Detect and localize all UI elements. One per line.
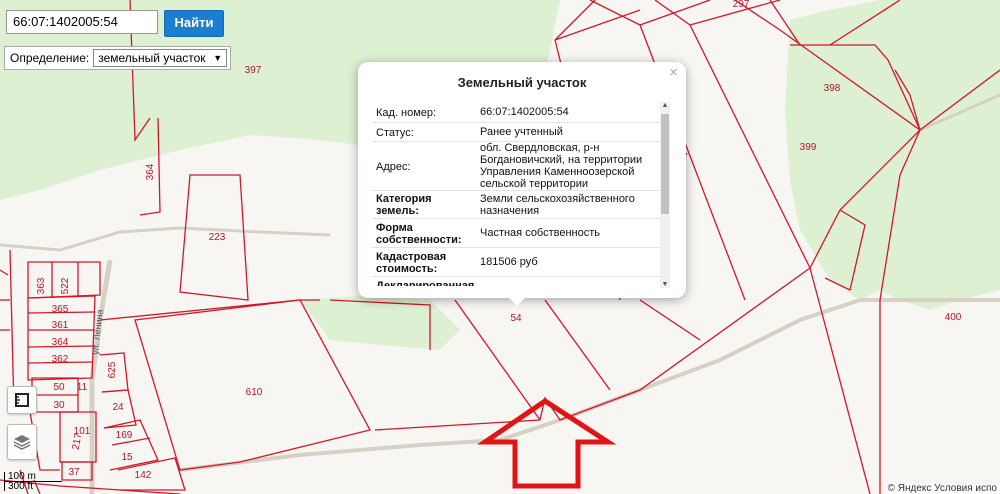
- info-row-cadastral-value: Кадастровая стоимость: 181506 руб: [372, 248, 668, 277]
- parcel-info-popup: Земельный участок × Кад. номер: 66:07:14…: [358, 62, 686, 306]
- info-key: Категория земель:: [376, 193, 432, 217]
- info-value: 181506 руб: [480, 256, 538, 268]
- parcel-label: 398: [824, 83, 841, 94]
- search-input[interactable]: 66:07:1402005:54: [6, 10, 158, 34]
- info-key: Кадастровая стоимость:: [376, 250, 447, 275]
- parcel-label: 297: [733, 0, 750, 10]
- parcel-label: 24: [112, 402, 124, 413]
- parcel-label: 362: [52, 354, 69, 365]
- definition-select[interactable]: земельный участок ▼: [93, 49, 228, 67]
- definition-selected-value: земельный участок: [98, 51, 206, 65]
- parcel-label: 397: [245, 65, 262, 76]
- parcel-label: 169: [116, 430, 133, 441]
- popup-tail: [509, 298, 525, 306]
- pointer-arrow: [476, 397, 617, 489]
- info-key: Статус:: [376, 126, 414, 139]
- scroll-up-icon[interactable]: ▲: [660, 102, 670, 109]
- info-key: Форма собственности:: [376, 221, 462, 246]
- info-row-land-category: Категория земель: Земли сельскохозяйстве…: [372, 191, 668, 219]
- info-value: 50700 кв.м: [476, 277, 668, 286]
- scroll-thumb[interactable]: [661, 114, 669, 214]
- parcel-label: 363: [36, 277, 47, 294]
- street-label: ул. Ленина: [90, 309, 105, 355]
- info-key: Адрес:: [376, 160, 411, 173]
- definition-control: Определение: земельный участок ▼: [4, 46, 232, 70]
- ruler-button[interactable]: [7, 386, 37, 414]
- parcel-label: 522: [60, 277, 71, 294]
- close-icon[interactable]: ×: [669, 64, 678, 81]
- info-row-declared-area: Декларированная площадь: 50700 кв.м: [372, 277, 668, 287]
- info-value: Ранее учтенный: [480, 126, 563, 138]
- popup-info-table: Кад. номер: 66:07:1402005:54 Статус: Ран…: [372, 102, 668, 286]
- ruler-icon: [15, 393, 29, 407]
- copyright-text[interactable]: © Яндекс Условия испо: [884, 484, 1000, 494]
- layers-button[interactable]: [7, 424, 37, 460]
- parcel-label: 101: [74, 426, 91, 437]
- parcel-label: 365: [52, 304, 69, 315]
- info-row-ownership: Форма собственности: Частная собственнос…: [372, 219, 668, 248]
- parcel-label: 364: [145, 163, 156, 180]
- forest-area-right: [785, 0, 1000, 310]
- info-key: Декларированная площадь:: [376, 279, 475, 287]
- info-key: Кад. номер:: [376, 106, 437, 119]
- scroll-down-icon[interactable]: ▼: [660, 281, 670, 288]
- parcel-label: 610: [246, 387, 263, 398]
- parcel-label: 37: [68, 467, 80, 478]
- layers-icon: [13, 435, 31, 450]
- definition-label: Определение:: [10, 51, 90, 65]
- parcel-label: 142: [135, 470, 152, 481]
- scale-imperial: 300 ft: [4, 482, 48, 492]
- chevron-down-icon: ▼: [213, 53, 223, 63]
- info-row-status: Статус: Ранее учтенный: [372, 123, 668, 142]
- forest-area-center: [300, 296, 460, 350]
- parcel-label: 399: [800, 142, 817, 153]
- popup-title: Земельный участок: [457, 75, 587, 90]
- parcel-label-selected: 54: [510, 313, 522, 324]
- popup-scrollbar[interactable]: ▲ ▼: [660, 102, 670, 288]
- info-row-cadastral-number: Кад. номер: 66:07:1402005:54: [372, 102, 668, 123]
- parcel-label: 15: [121, 452, 133, 463]
- info-value: 66:07:1402005:54: [480, 106, 569, 118]
- parcel-label: 625: [107, 361, 118, 378]
- find-button[interactable]: Найти: [164, 10, 224, 37]
- info-value: Земли сельскохозяйственного назначения: [480, 192, 635, 217]
- scale-bar: 100 m 300 ft: [4, 472, 62, 492]
- parcel-label: 361: [52, 320, 69, 331]
- parcel-label: 30: [53, 400, 65, 411]
- road-upper: [0, 226, 331, 252]
- info-value: обл. Свердловская, р-н Богдановичский, н…: [480, 142, 643, 190]
- parcel-label: 50: [53, 382, 65, 393]
- parcel-label: 400: [945, 312, 962, 323]
- parcel-label: 364: [52, 337, 69, 348]
- parcel-label: 223: [209, 232, 226, 243]
- info-row-address: Адрес: обл. Свердловская, р-н Богданович…: [372, 142, 668, 191]
- parcel-label: 11: [77, 382, 88, 393]
- info-value: Частная собственность: [480, 227, 601, 239]
